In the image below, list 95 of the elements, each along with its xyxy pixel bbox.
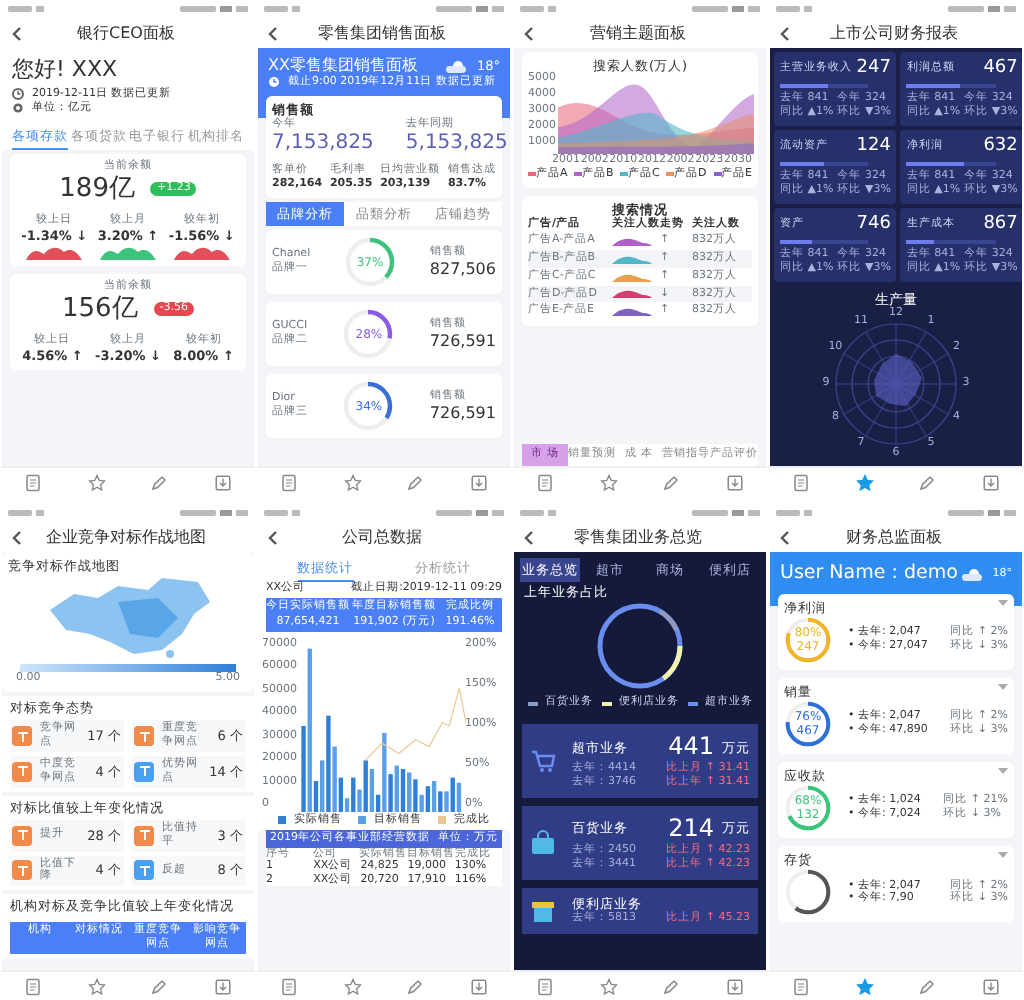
download-icon[interactable] <box>981 977 1000 995</box>
back-icon[interactable] <box>778 25 790 41</box>
business-value: 214 <box>668 813 714 843</box>
screen-title: 银行CEO面板 <box>75 23 177 43</box>
caret-icon[interactable] <box>998 599 1008 608</box>
star-icon[interactable] <box>855 473 874 491</box>
weather-icon <box>444 58 469 74</box>
shop-icon <box>530 897 556 924</box>
pencil-icon[interactable] <box>406 977 425 995</box>
metric-value: 867 <box>983 214 1018 237</box>
status-icons <box>776 4 812 14</box>
status-icons <box>692 508 760 518</box>
weather-icon <box>960 565 985 582</box>
doc-icon[interactable] <box>280 473 299 491</box>
caret-icon[interactable] <box>998 684 1008 692</box>
star-icon[interactable] <box>343 977 362 995</box>
star-icon[interactable] <box>343 473 362 491</box>
back-icon[interactable] <box>522 529 534 545</box>
pencil-icon[interactable] <box>918 473 937 491</box>
status-icons <box>180 4 248 14</box>
balance-value: 189亿 <box>59 173 135 206</box>
download-icon[interactable] <box>213 977 232 995</box>
screen-title: 零售集团销售面板 <box>316 23 448 43</box>
screen-title: 零售集团业务总览 <box>572 527 704 547</box>
status-icons <box>264 4 300 14</box>
pencil-icon[interactable] <box>918 977 937 995</box>
metric-value: 247 <box>856 58 891 81</box>
status-icons <box>948 508 1016 518</box>
metric-value: 746 <box>856 214 891 237</box>
back-icon[interactable] <box>266 25 278 41</box>
banner-title: XX零售集团销售面板 <box>268 56 418 75</box>
user-name: User Name : demo <box>780 562 958 586</box>
doc-icon[interactable] <box>280 977 299 995</box>
balance-value: 156亿 <box>61 293 138 326</box>
sales-value: 726,591 <box>429 403 496 424</box>
download-icon[interactable] <box>469 473 488 491</box>
download-icon[interactable] <box>469 977 488 995</box>
pencil-icon[interactable] <box>150 977 169 995</box>
back-icon[interactable] <box>10 529 22 545</box>
status-icons <box>180 508 248 518</box>
star-icon[interactable] <box>599 473 618 491</box>
status-icons <box>8 4 44 14</box>
back-icon[interactable] <box>522 25 534 41</box>
status-icons <box>264 508 300 518</box>
star-icon[interactable] <box>87 473 106 491</box>
doc-icon[interactable] <box>24 473 43 491</box>
status-icons <box>776 508 812 518</box>
caret-icon[interactable] <box>998 852 1008 861</box>
greeting: 您好! XXX <box>12 56 120 84</box>
status-icons <box>436 508 504 518</box>
status-icons <box>520 508 556 518</box>
download-icon[interactable] <box>725 473 744 491</box>
screen-title: 公司总数据 <box>340 527 424 547</box>
download-icon[interactable] <box>981 473 1000 491</box>
status-icons <box>948 4 1016 14</box>
metric-value: 7,153,825 <box>272 131 374 157</box>
doc-icon[interactable] <box>24 977 43 995</box>
star-icon[interactable] <box>87 977 106 995</box>
clock-icon <box>12 88 24 101</box>
screen-title: 上市公司财务报表 <box>828 23 960 43</box>
back-icon[interactable] <box>10 25 22 41</box>
doc-icon[interactable] <box>792 473 811 491</box>
pencil-icon[interactable] <box>662 977 681 995</box>
doc-icon[interactable] <box>536 473 555 491</box>
back-icon[interactable] <box>778 529 790 545</box>
status-icons <box>520 4 556 14</box>
donut-chart <box>596 602 684 691</box>
cart-icon <box>530 748 556 774</box>
sales-value: 827,506 <box>429 259 496 280</box>
bag-icon <box>530 829 556 856</box>
business-value: 441 <box>668 732 714 761</box>
star-icon[interactable] <box>855 977 874 995</box>
screen-title: 企业竞争对标作战地图 <box>44 527 208 547</box>
metric-value: 467 <box>983 58 1018 81</box>
clock-icon <box>268 76 280 89</box>
status-icons <box>692 4 760 14</box>
doc-icon[interactable] <box>792 977 811 995</box>
gear-icon <box>12 102 24 115</box>
metric-value: 124 <box>856 136 891 159</box>
download-icon[interactable] <box>213 473 232 491</box>
pencil-icon[interactable] <box>406 473 425 491</box>
screen-title: 营销主题面板 <box>588 23 688 43</box>
doc-icon[interactable] <box>536 977 555 995</box>
pencil-icon[interactable] <box>150 473 169 491</box>
caret-icon[interactable] <box>998 768 1008 777</box>
screen-title: 财务总监面板 <box>844 527 944 547</box>
star-icon[interactable] <box>599 977 618 995</box>
status-icons <box>436 4 504 14</box>
back-icon[interactable] <box>266 529 278 545</box>
metric-value: 632 <box>983 136 1018 159</box>
status-icons <box>8 508 44 518</box>
metric-value: 5,153,825 <box>405 131 508 157</box>
pencil-icon[interactable] <box>662 473 681 491</box>
download-icon[interactable] <box>725 977 744 995</box>
sales-value: 726,591 <box>429 331 496 352</box>
